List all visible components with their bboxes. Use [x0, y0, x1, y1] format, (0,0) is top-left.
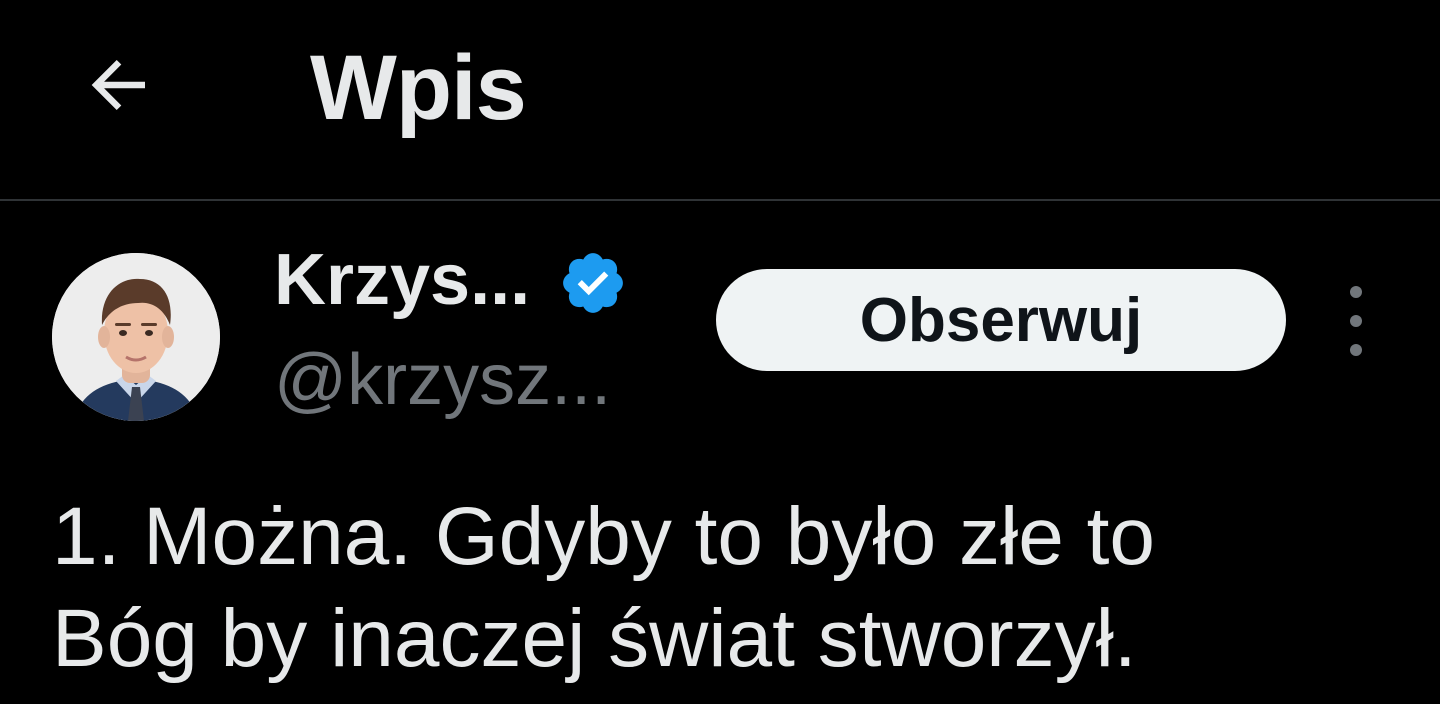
- tweet-text-line: 1. Można. Gdyby to było złe to: [52, 491, 1155, 582]
- more-vertical-icon: [1350, 286, 1362, 298]
- arrow-left-icon: [91, 59, 145, 111]
- author-handle[interactable]: @krzysz...: [274, 340, 611, 420]
- tweet-text: 1. Można. Gdyby to było złe to Bóg by in…: [52, 486, 1412, 690]
- avatar-photo: [52, 253, 220, 421]
- verified-badge-icon: [563, 253, 624, 313]
- author-display-name[interactable]: Krzys...: [274, 240, 530, 320]
- tweet-text-line: Bóg by inaczej świat stworzył.: [52, 593, 1137, 684]
- more-vertical-icon-dot: [1350, 344, 1362, 356]
- top-bar: Wpis: [0, 0, 1440, 200]
- more-vertical-icon-dot: [1350, 315, 1362, 327]
- author-name-row: Krzys...: [274, 240, 628, 320]
- header-divider: [0, 199, 1440, 201]
- more-options-button[interactable]: [1334, 286, 1378, 356]
- follow-button[interactable]: Obserwuj: [716, 269, 1286, 371]
- back-button[interactable]: [78, 44, 160, 126]
- page-title: Wpis: [310, 37, 527, 139]
- avatar[interactable]: [52, 253, 220, 421]
